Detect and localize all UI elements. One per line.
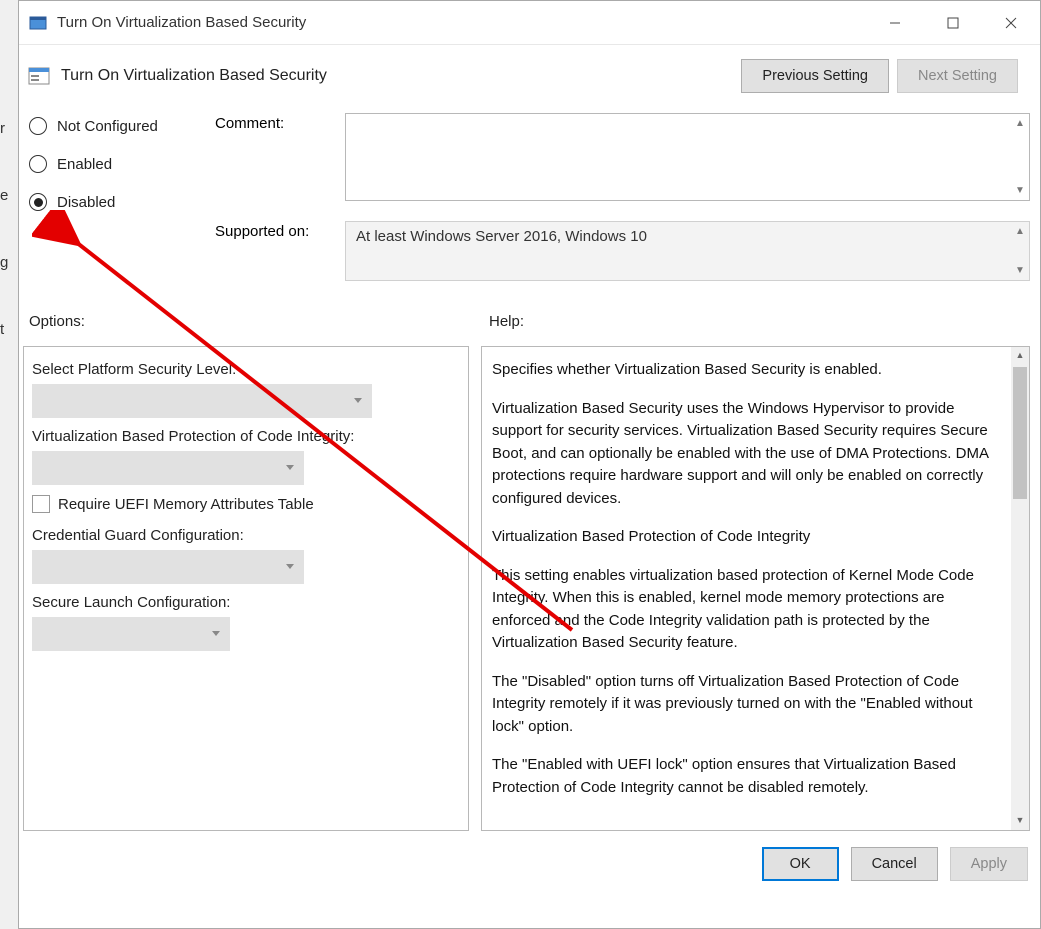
close-button[interactable]	[982, 1, 1040, 45]
vbp-code-integrity-label: Virtualization Based Protection of Code …	[32, 428, 460, 445]
comment-label: Comment:	[215, 113, 345, 201]
supported-on-field: At least Windows Server 2016, Windows 10…	[345, 221, 1030, 281]
help-heading: Help:	[489, 313, 524, 330]
help-text: This setting enables virtualization base…	[492, 565, 1003, 655]
checkbox-icon	[32, 495, 50, 513]
radio-label: Enabled	[57, 156, 112, 173]
scroll-down-icon[interactable]: ▼	[1011, 812, 1029, 830]
minimize-button[interactable]	[866, 1, 924, 45]
uefi-checkbox-label: Require UEFI Memory Attributes Table	[58, 496, 314, 513]
scroll-up-icon[interactable]: ▲	[1011, 347, 1029, 365]
scroll-thumb[interactable]	[1013, 367, 1027, 499]
group-policy-editor-dialog: Turn On Virtualization Based Security Tu…	[18, 0, 1041, 929]
radio-icon	[29, 117, 47, 135]
scrollbar[interactable]: ▲▼	[1011, 222, 1029, 280]
dialog-footer: OK Cancel Apply	[19, 839, 1040, 881]
radio-not-configured[interactable]: Not Configured	[29, 117, 215, 135]
help-text: Virtualization Based Security uses the W…	[492, 398, 1003, 511]
comment-textarea[interactable]: ▲▼	[345, 113, 1030, 201]
radio-icon	[29, 155, 47, 173]
platform-security-label: Select Platform Security Level:	[32, 361, 460, 378]
radio-label: Not Configured	[57, 118, 158, 135]
help-text: Specifies whether Virtualization Based S…	[492, 359, 1003, 382]
secure-launch-combo[interactable]	[32, 617, 230, 651]
cancel-button[interactable]: Cancel	[851, 847, 938, 881]
policy-title: Turn On Virtualization Based Security	[61, 67, 327, 85]
maximize-button[interactable]	[924, 1, 982, 45]
platform-security-combo[interactable]	[32, 384, 372, 418]
help-text: Virtualization Based Protection of Code …	[492, 526, 1003, 549]
radio-icon	[29, 193, 47, 211]
ok-button[interactable]: OK	[762, 847, 839, 881]
help-text: The "Enabled with UEFI lock" option ensu…	[492, 754, 1003, 799]
supported-on-value: At least Windows Server 2016, Windows 10	[356, 228, 647, 245]
policy-icon	[27, 64, 51, 88]
radio-label: Disabled	[57, 194, 115, 211]
vbp-code-integrity-combo[interactable]	[32, 451, 304, 485]
secure-launch-label: Secure Launch Configuration:	[32, 594, 460, 611]
uefi-checkbox-row[interactable]: Require UEFI Memory Attributes Table	[32, 495, 460, 513]
scrollbar[interactable]: ▲ ▼	[1011, 347, 1029, 830]
help-panel: Specifies whether Virtualization Based S…	[481, 346, 1030, 831]
credential-guard-label: Credential Guard Configuration:	[32, 527, 460, 544]
options-panel: Select Platform Security Level: Virtuali…	[23, 346, 469, 831]
radio-enabled[interactable]: Enabled	[29, 155, 215, 173]
window-title: Turn On Virtualization Based Security	[57, 14, 306, 31]
policy-header-row: Turn On Virtualization Based Security Pr…	[19, 45, 1040, 107]
apply-button[interactable]: Apply	[950, 847, 1028, 881]
radio-disabled[interactable]: Disabled	[29, 193, 215, 211]
help-text: The "Disabled" option turns off Virtuali…	[492, 671, 1003, 739]
next-setting-button[interactable]: Next Setting	[897, 59, 1018, 93]
credential-guard-combo[interactable]	[32, 550, 304, 584]
window-icon	[29, 14, 47, 32]
scrollbar[interactable]: ▲▼	[1011, 114, 1029, 200]
supported-label: Supported on:	[215, 221, 345, 281]
previous-setting-button[interactable]: Previous Setting	[741, 59, 889, 93]
titlebar: Turn On Virtualization Based Security	[19, 1, 1040, 45]
options-heading: Options:	[29, 313, 489, 330]
